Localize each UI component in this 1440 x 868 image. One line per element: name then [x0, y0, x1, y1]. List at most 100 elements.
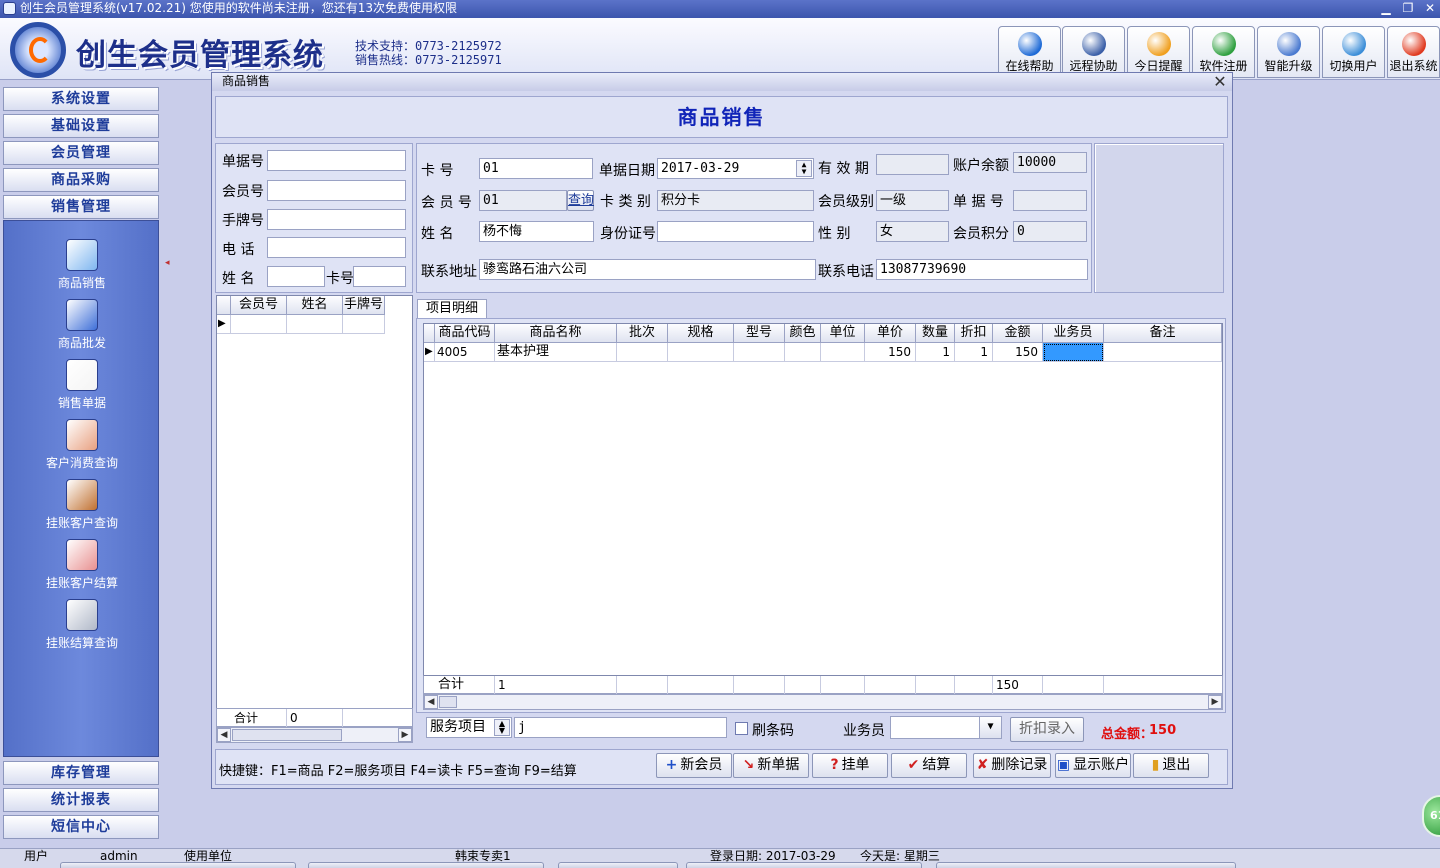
item-cell[interactable] [785, 343, 821, 362]
nav-sales-management[interactable]: 销售管理 [3, 195, 159, 219]
search-phone-input[interactable] [267, 237, 406, 258]
taskbar-button[interactable] [936, 862, 1236, 868]
exit-button[interactable]: ▮ 退出 [1133, 753, 1209, 778]
register-button[interactable]: 软件注册 [1192, 26, 1255, 78]
item-cell[interactable]: 150 [993, 343, 1043, 362]
col-tag-no[interactable]: 手牌号 [343, 296, 385, 315]
show-account-button[interactable]: ▣ 显示账户 [1055, 753, 1131, 778]
member-list-grid[interactable]: 会员号 姓名 手牌号 ▶ [216, 295, 413, 743]
member-no-input[interactable]: 01 [479, 190, 567, 211]
col-unit[interactable]: 单位 [821, 324, 865, 343]
col-code[interactable]: 商品代码 [435, 324, 495, 343]
item-cell[interactable]: 1 [916, 343, 955, 362]
item-cell[interactable] [1104, 343, 1222, 362]
items-grid[interactable]: 商品代码 商品名称 批次 规格 型号 颜色 单位 单价 数量 折扣 金额 业务员 备注 ▶ 4005 基本护理… [423, 323, 1223, 693]
col-price[interactable]: 单价 [865, 324, 916, 343]
nav-inventory[interactable]: 库存管理 [3, 761, 159, 785]
item-cell[interactable] [617, 343, 668, 362]
col-spec[interactable]: 规格 [668, 324, 734, 343]
gender-input[interactable]: 女 [876, 221, 949, 242]
item-cell[interactable]: 基本护理 [495, 343, 617, 362]
card-type-input[interactable]: 积分卡 [657, 190, 814, 211]
search-name-input[interactable] [267, 266, 325, 287]
nav-member-management[interactable]: 会员管理 [3, 141, 159, 165]
new-bill-button[interactable]: ↘ 新单据 [733, 753, 809, 778]
splitter-arrow-icon[interactable]: ◂ [165, 258, 170, 268]
bill-date-picker[interactable]: 2017-03-29 ▲ ▼ [657, 158, 814, 179]
chevron-down-icon[interactable]: ▼ [979, 717, 1001, 738]
float-widget[interactable]: 61 [1422, 795, 1440, 837]
hold-bill-button[interactable]: ? 挂单 [812, 753, 888, 778]
help-button[interactable]: 在线帮助 [998, 26, 1061, 78]
nav-purchasing[interactable]: 商品采购 [3, 168, 159, 192]
nav-reports[interactable]: 统计报表 [3, 788, 159, 812]
nav-system-settings[interactable]: 系统设置 [3, 87, 159, 111]
close-icon[interactable]: ✕ [1420, 1, 1440, 16]
member-cell[interactable] [231, 315, 287, 334]
taskbar-button[interactable] [686, 862, 922, 868]
service-spin-icon[interactable]: ▲ ▼ [494, 719, 510, 736]
item-cell[interactable] [668, 343, 734, 362]
contact-phone-input[interactable]: 13087739690 [876, 259, 1088, 280]
nav-goods-sales[interactable]: 商品销售 [4, 239, 160, 297]
salesman-select[interactable]: ▼ [890, 716, 1002, 739]
taskbar-button[interactable] [60, 862, 296, 868]
scroll-thumb[interactable] [439, 696, 457, 708]
scroll-right-icon[interactable]: ▶ [1208, 695, 1222, 709]
col-remark[interactable]: 备注 [1104, 324, 1222, 343]
taskbar-button[interactable] [308, 862, 544, 868]
discount-entry-button[interactable]: 折扣录入 [1010, 717, 1084, 742]
taskbar-button[interactable] [558, 862, 678, 868]
nav-basic-settings[interactable]: 基础设置 [3, 114, 159, 138]
date-spin-icon[interactable]: ▲ ▼ [796, 160, 812, 177]
nav-customer-consumption[interactable]: 客户消费查询 [4, 419, 160, 477]
col-color[interactable]: 颜色 [785, 324, 821, 343]
member-cell[interactable] [287, 315, 343, 334]
minimize-icon[interactable]: ▁ [1376, 1, 1396, 16]
col-name[interactable]: 姓名 [287, 296, 343, 315]
new-member-button[interactable]: + 新会员 [656, 753, 732, 778]
restore-icon[interactable]: ❐ [1398, 1, 1418, 16]
service-search-input[interactable]: j [514, 717, 727, 738]
dialog-close-icon[interactable]: ✕ [1210, 73, 1230, 91]
item-cell[interactable]: 150 [865, 343, 916, 362]
member-query-button[interactable]: 查询 [567, 190, 594, 211]
checkout-button[interactable]: ✔ 结算 [891, 753, 967, 778]
member-hscrollbar[interactable]: ◀ ▶ [216, 727, 413, 743]
item-cell[interactable] [821, 343, 865, 362]
tab-item-details[interactable]: 项目明细 [417, 299, 487, 318]
scroll-left-icon[interactable]: ◀ [217, 728, 231, 742]
exit-system-button[interactable]: 退出系统 [1387, 26, 1440, 78]
nav-credit-settlement[interactable]: 挂账客户结算 [4, 539, 160, 597]
switch-user-button[interactable]: 切换用户 [1322, 26, 1385, 78]
col-member-no[interactable]: 会员号 [231, 296, 287, 315]
search-tag-no-input[interactable] [267, 209, 406, 230]
scroll-thumb[interactable] [232, 729, 342, 741]
item-cell[interactable]: 1 [955, 343, 993, 362]
upgrade-button[interactable]: 智能升级 [1257, 26, 1320, 78]
nav-credit-customers[interactable]: 挂账客户查询 [4, 479, 160, 537]
col-model[interactable]: 型号 [734, 324, 785, 343]
col-batch[interactable]: 批次 [617, 324, 668, 343]
barcode-checkbox[interactable] [735, 722, 748, 735]
col-qty[interactable]: 数量 [916, 324, 955, 343]
expiry-input[interactable] [876, 154, 949, 175]
scroll-left-icon[interactable]: ◀ [424, 695, 438, 709]
delete-record-button[interactable]: ✘ 删除记录 [973, 753, 1051, 778]
item-cell[interactable] [734, 343, 785, 362]
remote-assist-button[interactable]: 远程协助 [1062, 26, 1125, 78]
service-item-select[interactable]: 服务项目 ▲ ▼ [426, 717, 512, 738]
member-photo[interactable] [1094, 143, 1224, 293]
item-cell[interactable]: 4005 [435, 343, 495, 362]
search-member-no-input[interactable] [267, 180, 406, 201]
reminder-button[interactable]: 今日提醒 [1127, 26, 1190, 78]
nav-sales-bills[interactable]: 销售单据 [4, 359, 160, 417]
items-hscrollbar[interactable]: ◀ ▶ [423, 694, 1223, 710]
member-cell[interactable] [343, 315, 385, 334]
item-cell[interactable] [1043, 343, 1104, 362]
nav-settlement-query[interactable]: 挂账结算查询 [4, 599, 160, 657]
nav-sms-center[interactable]: 短信中心 [3, 815, 159, 839]
card-input[interactable]: 01 [479, 158, 593, 179]
points-input[interactable]: 0 [1013, 221, 1087, 242]
id-no-input[interactable] [657, 221, 814, 242]
